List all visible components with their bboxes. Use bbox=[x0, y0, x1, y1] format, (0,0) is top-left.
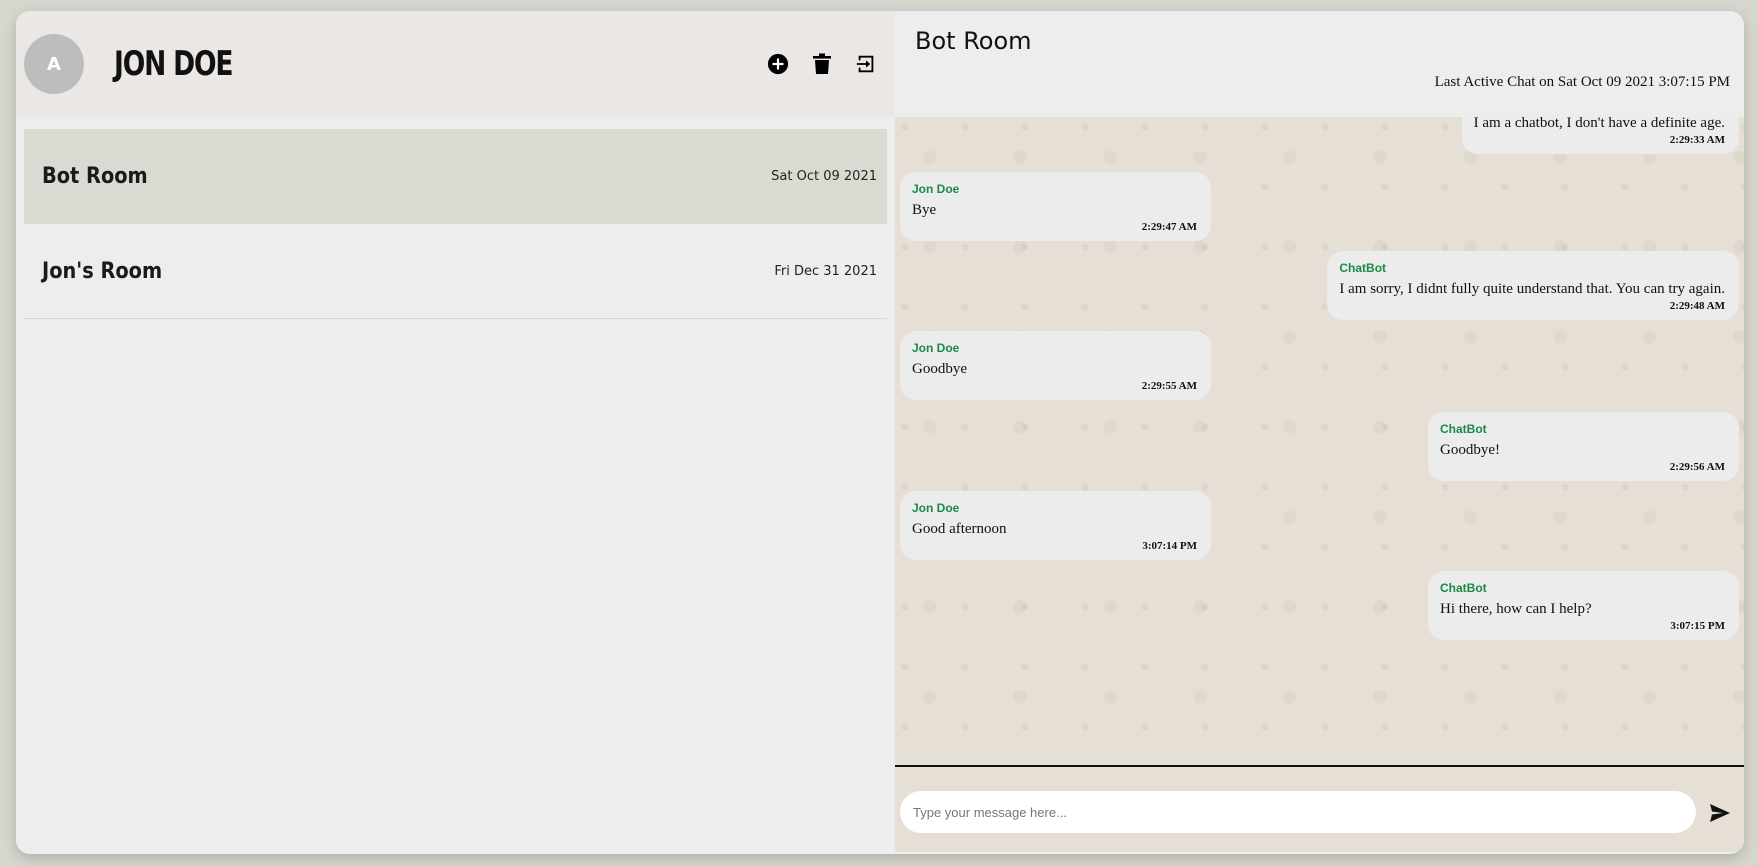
message-text: Hi there, how can I help? bbox=[1440, 601, 1592, 617]
message-sender: ChatBot bbox=[1339, 261, 1387, 275]
add-circle-icon[interactable] bbox=[765, 51, 791, 77]
header-actions bbox=[765, 51, 879, 77]
message-bubble: Jon Doe Good afternoon 3:07:14 PM bbox=[900, 491, 1211, 560]
message-bubble: I am a chatbot, I don't have a definite … bbox=[1461, 117, 1739, 154]
message-text: Good afternoon bbox=[912, 521, 1007, 537]
message-text: Goodbye bbox=[912, 361, 967, 377]
message-text: I am a chatbot, I don't have a definite … bbox=[1473, 117, 1725, 131]
room-name: Bot Room bbox=[42, 164, 148, 189]
message-composer bbox=[895, 767, 1744, 852]
message-time: 2:29:33 AM bbox=[1669, 134, 1725, 146]
room-name: Jon's Room bbox=[42, 258, 163, 284]
message-sender: Jon Doe bbox=[912, 341, 960, 355]
chat-header: Bot Room Last Active Chat on Sat Oct 09 … bbox=[895, 11, 1744, 117]
message-sender: ChatBot bbox=[1440, 422, 1487, 436]
avatar[interactable]: A bbox=[24, 34, 84, 94]
message-time: 2:29:56 AM bbox=[1669, 461, 1725, 473]
logout-icon[interactable] bbox=[853, 51, 879, 77]
chat-title: Bot Room bbox=[915, 27, 1032, 55]
sidebar: A JON DOE Bot Room Sat Oct 09 2021 Jon's… bbox=[16, 11, 895, 854]
message-bubble: ChatBot Hi there, how can I help? 3:07:1… bbox=[1428, 571, 1739, 640]
room-date: Fri Dec 31 2021 bbox=[774, 263, 877, 279]
message-sender: ChatBot bbox=[1440, 581, 1487, 595]
room-date: Sat Oct 09 2021 bbox=[771, 169, 877, 184]
trash-icon[interactable] bbox=[809, 51, 835, 77]
message-text: Bye bbox=[912, 202, 937, 218]
message-text: I am sorry, I didnt fully quite understa… bbox=[1339, 281, 1725, 297]
message-time: 3:07:14 PM bbox=[1142, 540, 1197, 552]
room-item-jons-room[interactable]: Jon's Room Fri Dec 31 2021 bbox=[24, 224, 887, 319]
message-time: 2:29:48 AM bbox=[1669, 300, 1725, 312]
message-bubble: Jon Doe Goodbye 2:29:55 AM bbox=[900, 331, 1211, 400]
chat-app: A JON DOE Bot Room Sat Oct 09 2021 Jon's… bbox=[16, 11, 1744, 854]
send-icon[interactable] bbox=[1708, 801, 1732, 825]
message-text: Goodbye! bbox=[1440, 442, 1500, 458]
room-item-bot-room[interactable]: Bot Room Sat Oct 09 2021 bbox=[24, 129, 887, 224]
room-list: Bot Room Sat Oct 09 2021 Jon's Room Fri … bbox=[16, 117, 895, 319]
message-sender: Jon Doe bbox=[912, 501, 960, 515]
message-sender: Jon Doe bbox=[912, 182, 960, 196]
message-time: 3:07:15 PM bbox=[1670, 620, 1725, 632]
chat-panel: Bot Room Last Active Chat on Sat Oct 09 … bbox=[895, 11, 1744, 854]
message-bubble: Jon Doe Bye 2:29:47 AM bbox=[900, 172, 1211, 241]
sidebar-header: A JON DOE bbox=[16, 11, 895, 117]
message-list[interactable]: I am a chatbot, I don't have a definite … bbox=[895, 117, 1744, 767]
message-bubble: ChatBot I am sorry, I didnt fully quite … bbox=[1327, 251, 1739, 320]
user-name: JON DOE bbox=[114, 44, 233, 84]
last-active-status: Last Active Chat on Sat Oct 09 2021 3:07… bbox=[1434, 74, 1730, 90]
message-time: 2:29:47 AM bbox=[1141, 221, 1197, 233]
message-bubble: ChatBot Goodbye! 2:29:56 AM bbox=[1428, 412, 1739, 481]
message-time: 2:29:55 AM bbox=[1141, 380, 1197, 392]
message-input[interactable] bbox=[900, 791, 1696, 833]
